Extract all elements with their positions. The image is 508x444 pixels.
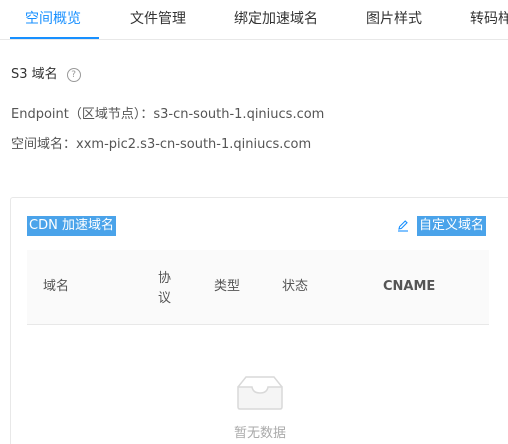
cdn-domain-panel: CDN 加速域名 自定义域名 域名 协议 类型 状态 CNAME 暂无数据 — [10, 197, 508, 444]
s3-domain-heading: S3 域名 ? — [11, 67, 81, 83]
tab-transcode-style[interactable]: 转码样 — [470, 10, 508, 28]
help-icon[interactable]: ? — [66, 68, 81, 82]
space-domain-row: 空间域名：xxm-pic2.s3-cn-south-1.qiniucs.com — [11, 137, 311, 153]
endpoint-label: Endpoint（区域节点）： — [11, 107, 154, 122]
column-header-domain: 域名 — [43, 279, 70, 294]
edit-icon[interactable] — [396, 219, 410, 233]
active-tab-indicator — [10, 37, 99, 39]
empty-data-text: 暂无数据 — [233, 426, 286, 441]
empty-inbox-icon — [237, 376, 283, 410]
endpoint-row: Endpoint（区域节点）：s3-cn-south-1.qiniucs.com — [11, 107, 324, 123]
custom-domain-button[interactable]: 自定义域名 — [417, 216, 487, 236]
column-header-type: 类型 — [214, 279, 241, 294]
table-header: 域名 协议 类型 状态 CNAME — [27, 250, 489, 325]
tab-file-management[interactable]: 文件管理 — [130, 10, 186, 28]
space-domain-value: xxm-pic2.s3-cn-south-1.qiniucs.com — [76, 137, 312, 152]
tab-image-style[interactable]: 图片样式 — [366, 10, 422, 28]
tab-bar: 空间概览 文件管理 绑定加速域名 图片样式 转码样 — [0, 0, 508, 40]
tab-bind-domain[interactable]: 绑定加速域名 — [234, 10, 318, 28]
tab-space-overview[interactable]: 空间概览 — [25, 10, 81, 28]
space-domain-label: 空间域名： — [11, 137, 77, 152]
endpoint-value: s3-cn-south-1.qiniucs.com — [153, 107, 325, 122]
s3-domain-title: S3 域名 — [11, 67, 58, 82]
column-header-status: 状态 — [282, 279, 309, 294]
column-header-cname: CNAME — [383, 279, 436, 294]
cdn-domain-title: CDN 加速域名 — [27, 216, 116, 236]
column-header-protocol: 协议 — [158, 271, 172, 306]
